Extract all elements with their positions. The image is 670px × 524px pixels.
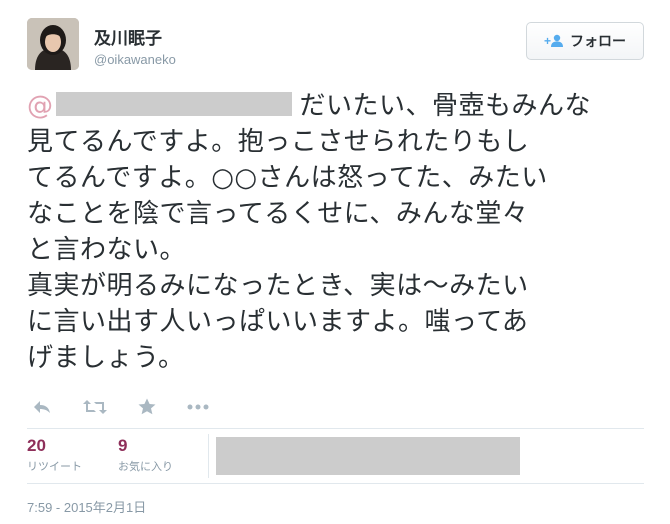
favorite-label: お気に入り	[118, 460, 173, 473]
redacted-retweeter-avatars	[216, 437, 520, 475]
divider	[27, 483, 644, 484]
avatar[interactable]	[27, 18, 79, 70]
tweet-line-6: 真実が明るみになったとき、実は〜みたい	[27, 271, 529, 301]
profile-photo	[27, 18, 79, 70]
tweet-line-5: と言わない。	[27, 235, 187, 265]
retweet-icon[interactable]	[83, 399, 107, 415]
follow-button[interactable]: + フォロー	[526, 22, 644, 60]
favorite-count: 9	[118, 436, 128, 455]
svg-text:+: +	[544, 34, 551, 48]
follow-button-label: フォロー	[570, 34, 626, 50]
tweet-line-1: @ だいたい、骨壺もみんな	[27, 88, 647, 124]
favorite-stat[interactable]: 9 お気に入り	[118, 436, 173, 474]
tweet-line-4: なことを陰で言ってるくせに、みんな堂々	[27, 199, 529, 229]
display-name[interactable]: 及川眠子	[94, 24, 162, 49]
retweet-stat[interactable]: 20 リツイート	[27, 436, 82, 474]
retweet-label: リツイート	[27, 460, 82, 473]
user-handle[interactable]: @oikawaneko	[94, 52, 176, 67]
tweet-line-8: げましょう。	[27, 343, 185, 373]
tweet-line-7: に言い出す人いっぱいいますよ。嗤ってあ	[27, 307, 529, 337]
stats-separator	[208, 434, 209, 478]
tweet-line-text: だいたい、骨壺もみんな	[299, 91, 592, 121]
tweet-line-2: 見てるんですよ。抱っこさせられたりもし	[27, 127, 530, 157]
more-icon[interactable]	[187, 404, 209, 410]
retweet-count: 20	[27, 436, 46, 455]
mention-link[interactable]: @	[27, 91, 54, 121]
divider	[27, 428, 644, 429]
star-icon[interactable]	[138, 398, 156, 415]
tweet-line-3: てるんですよ。○○さんは怒ってた、みたい	[27, 163, 548, 193]
add-user-icon: +	[544, 34, 564, 48]
tweet-timestamp[interactable]: 7:59 - 2015年2月1日	[27, 497, 146, 516]
redacted-mention	[55, 91, 292, 116]
tweet-actions	[32, 398, 240, 415]
tweet-text: @ だいたい、骨壺もみんな 見てるんですよ。抱っこさせられたりもし てるんですよ。…	[27, 88, 647, 376]
reply-icon[interactable]	[32, 399, 52, 415]
